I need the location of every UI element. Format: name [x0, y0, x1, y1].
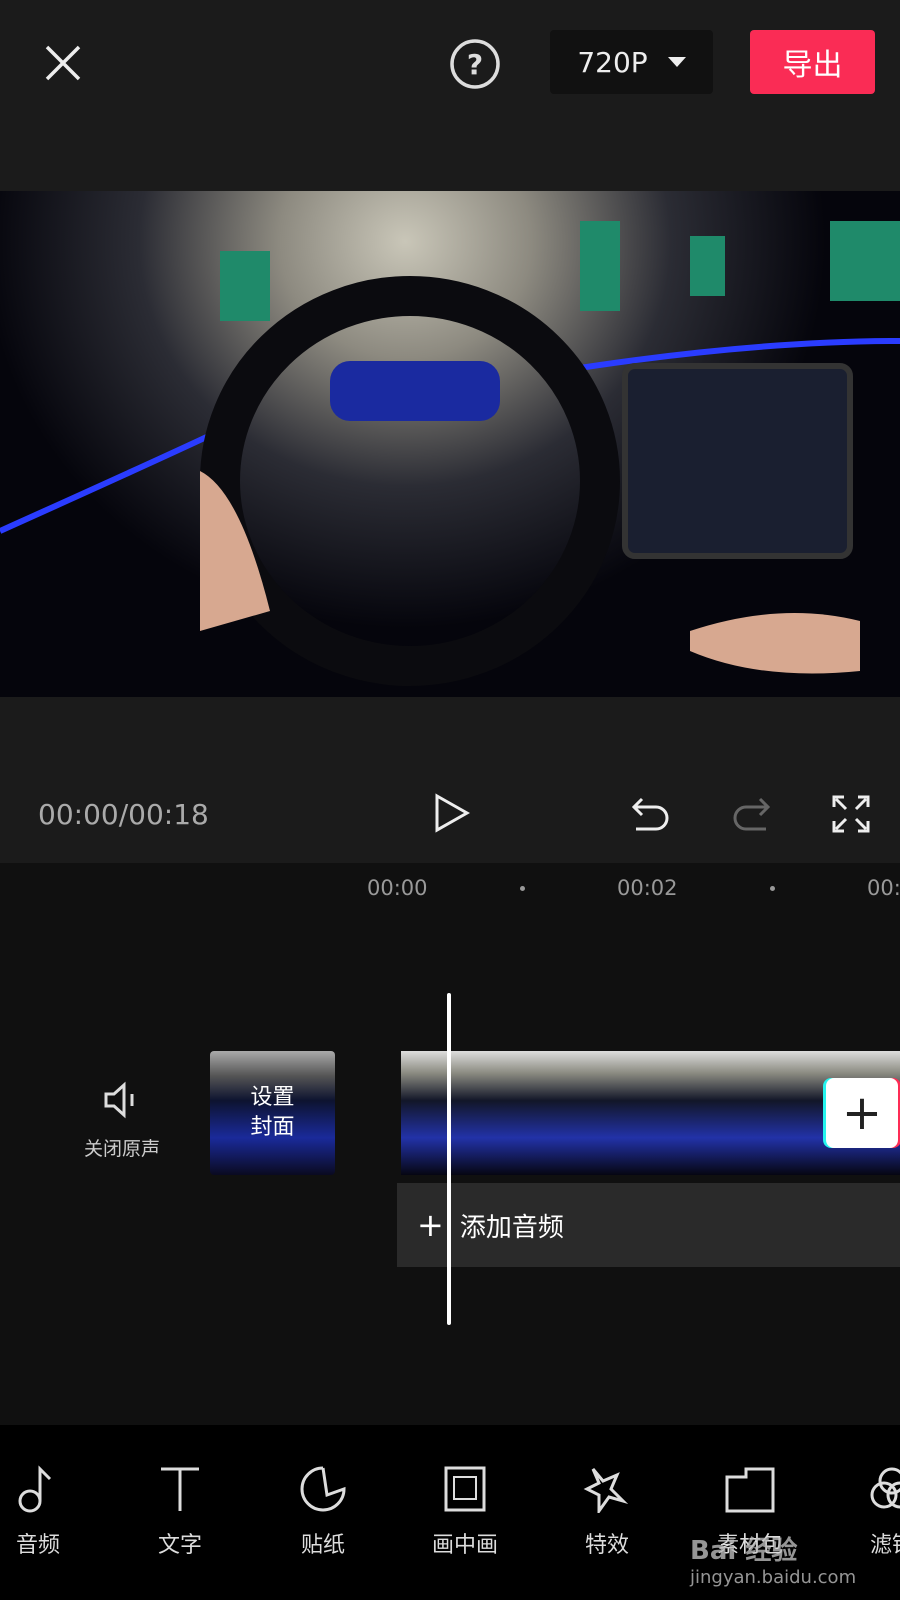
music-note-icon: [18, 1465, 52, 1513]
playback-time: 00:00/00:18: [38, 798, 209, 831]
redo-icon[interactable]: [730, 795, 772, 833]
add-clip-button[interactable]: +: [826, 1078, 898, 1148]
tool-audio[interactable]: 音频: [0, 1465, 93, 1559]
add-audio-button[interactable]: + 添加音频: [397, 1183, 900, 1267]
playhead[interactable]: [447, 993, 451, 1325]
ruler-dot: [520, 886, 525, 891]
watermark-text: Bai 经验: [690, 1536, 798, 1566]
video-clip-thumbnail[interactable]: [648, 1051, 773, 1175]
tool-label: 文字: [157, 1533, 202, 1558]
cover-label: 封面: [250, 1115, 295, 1140]
text-icon: [161, 1467, 199, 1511]
player-controls: [0, 697, 900, 863]
close-icon[interactable]: [44, 44, 82, 82]
speaker-icon: [104, 1081, 134, 1119]
tool-label: 音频: [15, 1533, 60, 1558]
resolution-dropdown[interactable]: 720P: [550, 30, 713, 94]
add-audio-label: 添加音频: [459, 1212, 564, 1243]
ruler-tick: 00:00: [367, 876, 428, 900]
video-preview[interactable]: [0, 191, 900, 697]
play-icon[interactable]: [434, 793, 470, 833]
set-cover-button[interactable]: 设置 封面: [210, 1051, 335, 1175]
mute-original-button[interactable]: 关闭原声: [72, 1080, 172, 1161]
dropdown-arrow-icon: [667, 57, 686, 67]
ruler-dot: [770, 886, 775, 891]
cover-label: 设置: [250, 1085, 295, 1110]
video-clip-thumbnail[interactable]: [523, 1051, 648, 1175]
tool-label: 滤镜: [869, 1533, 900, 1558]
undo-icon[interactable]: [630, 795, 672, 833]
watermark-url: jingyan.baidu.com: [690, 1567, 857, 1588]
tool-label: 画中画: [431, 1533, 498, 1558]
fullscreen-icon[interactable]: [832, 795, 870, 833]
top-bar: [0, 0, 900, 190]
tool-effects[interactable]: 特效: [552, 1465, 662, 1559]
effects-star-icon: [583, 1468, 629, 1513]
ruler-tick: 00:: [867, 876, 900, 900]
question-circle-icon[interactable]: ?: [449, 38, 501, 90]
picture-in-picture-icon: [444, 1466, 486, 1512]
resolution-value: 720P: [577, 45, 648, 79]
tool-sticker[interactable]: 贴纸: [268, 1465, 378, 1559]
tool-pip[interactable]: 画中画: [410, 1465, 520, 1559]
export-button[interactable]: 导出: [750, 30, 875, 94]
plus-icon: +: [417, 1206, 444, 1244]
watermark: Bai 经验 jingyan.baidu.com: [690, 1530, 856, 1588]
mute-label: 关闭原声: [83, 1138, 160, 1160]
video-clip-thumbnail[interactable]: [401, 1051, 523, 1175]
tool-label: 特效: [584, 1533, 629, 1558]
ruler-tick: 00:02: [617, 876, 678, 900]
sticker-icon: [300, 1466, 346, 1512]
tool-text[interactable]: 文字: [125, 1465, 235, 1559]
svg-text:?: ?: [467, 48, 483, 81]
video-frame: [0, 221, 900, 686]
material-pack-icon: [725, 1467, 775, 1513]
tool-label: 贴纸: [300, 1533, 345, 1558]
filter-icon: [870, 1467, 900, 1509]
